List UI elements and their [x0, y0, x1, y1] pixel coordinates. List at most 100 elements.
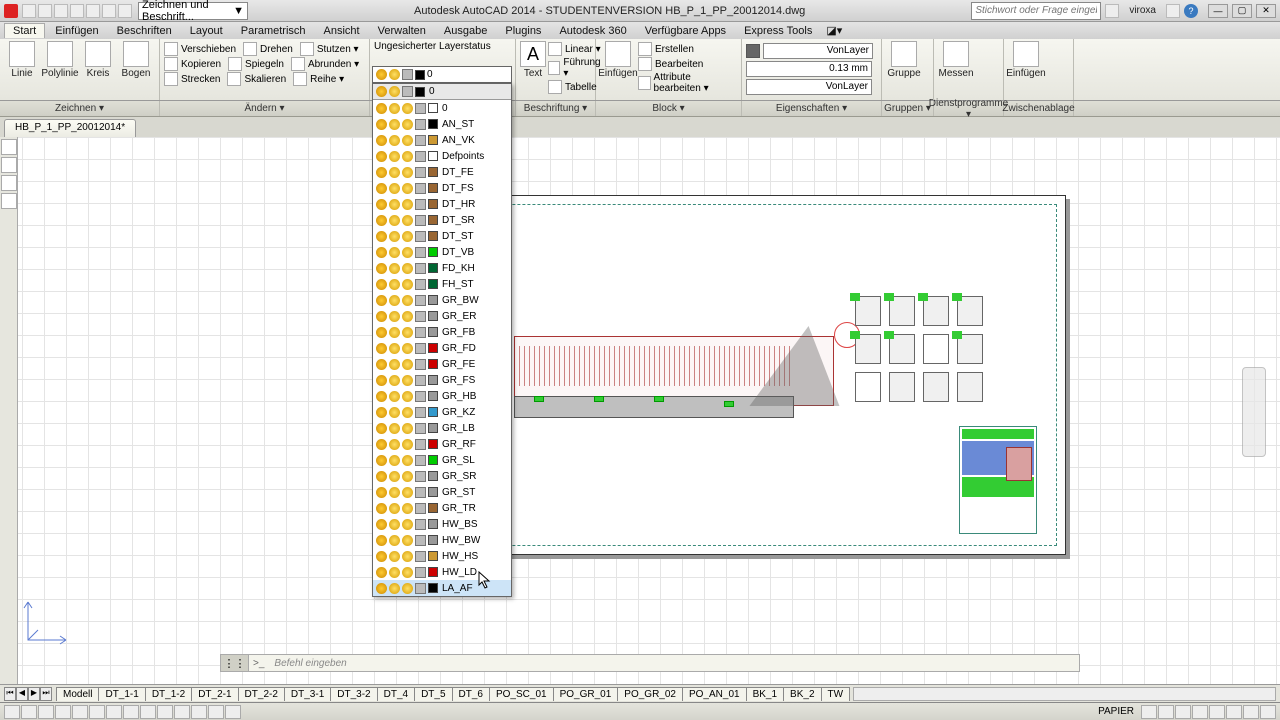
- messen-button[interactable]: Messen: [938, 41, 974, 79]
- tool-icon[interactable]: [1, 157, 17, 173]
- bulb-icon[interactable]: [376, 471, 387, 482]
- sun-icon[interactable]: [389, 279, 400, 290]
- status-icon[interactable]: [1226, 705, 1242, 719]
- bulb-icon[interactable]: [376, 535, 387, 546]
- bulb-icon[interactable]: [376, 583, 387, 594]
- layer-row[interactable]: HW_BS: [373, 516, 511, 532]
- bearbeiten-button[interactable]: Bearbeiten: [655, 59, 703, 70]
- sun-icon[interactable]: [389, 487, 400, 498]
- spiegeln-button[interactable]: Spiegeln: [245, 59, 284, 70]
- status-icon[interactable]: [1158, 705, 1174, 719]
- qat-undo-icon[interactable]: [102, 4, 116, 18]
- freeze-icon[interactable]: [402, 439, 413, 450]
- lock-icon[interactable]: [415, 407, 426, 418]
- color-swatch-icon[interactable]: [428, 375, 438, 385]
- freeze-icon[interactable]: [402, 183, 413, 194]
- layer-row[interactable]: GR_KZ: [373, 404, 511, 420]
- skalieren-button[interactable]: Skalieren: [244, 74, 286, 85]
- freeze-icon[interactable]: [402, 343, 413, 354]
- layer-row[interactable]: HW_BW: [373, 532, 511, 548]
- tool-icon[interactable]: [1, 175, 17, 191]
- color-swatch-icon[interactable]: [428, 551, 438, 561]
- color-swatch-icon[interactable]: [428, 567, 438, 577]
- layout-tab[interactable]: DT_2-1: [191, 687, 238, 701]
- layout-tab[interactable]: PO_GR_01: [553, 687, 619, 701]
- layer-current-control[interactable]: 0: [372, 66, 512, 83]
- freeze-icon[interactable]: [402, 151, 413, 162]
- status-icon[interactable]: [21, 705, 37, 719]
- layout-tab[interactable]: DT_2-2: [238, 687, 285, 701]
- layout-next-icon[interactable]: ▶: [28, 687, 40, 701]
- linie-button[interactable]: Linie: [4, 41, 40, 100]
- sun-icon[interactable]: [389, 311, 400, 322]
- color-swatch-icon[interactable]: [428, 231, 438, 241]
- drawing-canvas[interactable]: [0, 137, 1280, 684]
- exchange-icon[interactable]: [1166, 4, 1180, 18]
- layout-tab[interactable]: PO_AN_01: [682, 687, 747, 701]
- color-swatch-icon[interactable]: [428, 487, 438, 497]
- layout-tab[interactable]: DT_3-2: [330, 687, 377, 701]
- color-swatch-icon[interactable]: [428, 183, 438, 193]
- bulb-icon[interactable]: [376, 151, 387, 162]
- layer-row[interactable]: DT_HR: [373, 196, 511, 212]
- gruppe-button[interactable]: Gruppe: [886, 41, 922, 79]
- layout-tab[interactable]: PO_GR_02: [617, 687, 683, 701]
- layer-row[interactable]: LA_AF: [373, 580, 511, 596]
- tool-icon[interactable]: [1, 193, 17, 209]
- freeze-icon[interactable]: [402, 311, 413, 322]
- sun-icon[interactable]: [389, 407, 400, 418]
- lock-icon[interactable]: [415, 519, 426, 530]
- app-logo-icon[interactable]: [4, 4, 18, 18]
- color-swatch-icon[interactable]: [428, 119, 438, 129]
- color-swatch-icon[interactable]: [428, 391, 438, 401]
- lock-icon[interactable]: [415, 583, 426, 594]
- lock-icon[interactable]: [415, 295, 426, 306]
- bulb-icon[interactable]: [376, 183, 387, 194]
- verschieben-button[interactable]: Verschieben: [181, 44, 236, 55]
- sun-icon[interactable]: [389, 519, 400, 530]
- lock-icon[interactable]: [415, 343, 426, 354]
- color-swatch-icon[interactable]: [428, 151, 438, 161]
- lock-icon[interactable]: [415, 103, 426, 114]
- sun-icon[interactable]: [389, 247, 400, 258]
- sun-icon[interactable]: [389, 295, 400, 306]
- sun-icon[interactable]: [389, 439, 400, 450]
- lock-icon[interactable]: [415, 471, 426, 482]
- lock-icon[interactable]: [415, 263, 426, 274]
- strecken-button[interactable]: Strecken: [181, 74, 220, 85]
- layer-row[interactable]: GR_SL: [373, 452, 511, 468]
- color-swatch-icon[interactable]: [428, 359, 438, 369]
- panel-label-zeichnen[interactable]: Zeichnen ▾: [0, 101, 160, 116]
- tab-verwalten[interactable]: Verwalten: [370, 24, 434, 38]
- panel-label-gruppen[interactable]: Gruppen ▾: [882, 101, 934, 116]
- layer-row[interactable]: DT_FS: [373, 180, 511, 196]
- layout-tab[interactable]: DT_1-2: [145, 687, 192, 701]
- color-swatch-icon[interactable]: [428, 167, 438, 177]
- kopieren-button[interactable]: Kopieren: [181, 59, 221, 70]
- linetype-dropdown[interactable]: VonLayer: [746, 79, 872, 95]
- sun-icon[interactable]: [389, 167, 400, 178]
- layout-tab[interactable]: DT_4: [377, 687, 415, 701]
- tab-ausgabe[interactable]: Ausgabe: [436, 24, 495, 38]
- lock-icon[interactable]: [415, 391, 426, 402]
- layout-tab[interactable]: DT_6: [452, 687, 490, 701]
- lock-icon[interactable]: [415, 423, 426, 434]
- stutzen-button[interactable]: Stutzen ▾: [317, 44, 359, 55]
- color-swatch-icon[interactable]: [428, 407, 438, 417]
- sun-icon[interactable]: [389, 455, 400, 466]
- lock-icon[interactable]: [415, 167, 426, 178]
- tab-express[interactable]: Express Tools: [736, 24, 820, 38]
- bulb-icon[interactable]: [376, 295, 387, 306]
- freeze-icon[interactable]: [402, 119, 413, 130]
- color-dropdown[interactable]: VonLayer: [763, 43, 873, 59]
- layer-row[interactable]: GR_FE: [373, 356, 511, 372]
- erstellen-button[interactable]: Erstellen: [655, 44, 694, 55]
- bulb-icon[interactable]: [376, 231, 387, 242]
- panel-label-block[interactable]: Block ▾: [596, 101, 742, 116]
- freeze-icon[interactable]: [402, 487, 413, 498]
- status-icon[interactable]: [89, 705, 105, 719]
- bulb-icon[interactable]: [376, 439, 387, 450]
- layer-row[interactable]: GR_TR: [373, 500, 511, 516]
- space-label[interactable]: PAPIER: [1092, 706, 1140, 717]
- bulb-icon[interactable]: [376, 247, 387, 258]
